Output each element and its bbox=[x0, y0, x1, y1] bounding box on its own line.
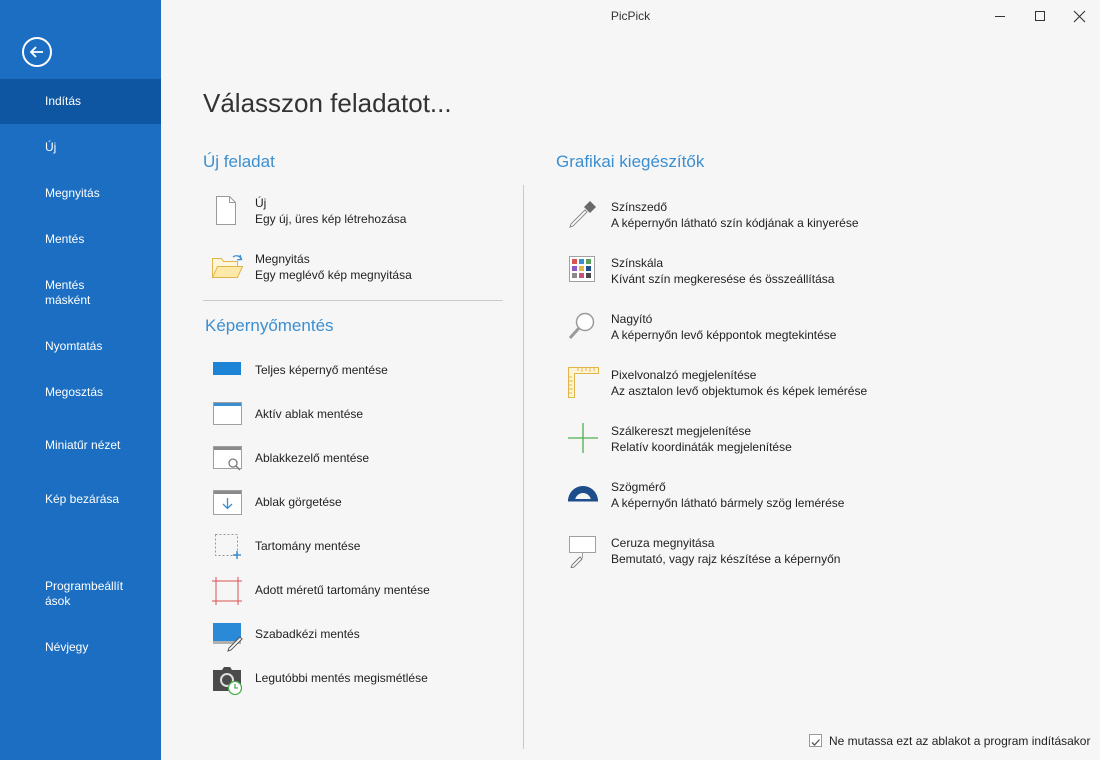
sidebar-item-save-as[interactable]: Mentés másként bbox=[0, 278, 120, 308]
tool-whiteboard-label: Ceruza megnyitása bbox=[611, 536, 715, 550]
capture-scrolling-window[interactable]: Ablak görgetése bbox=[211, 488, 501, 516]
tool-pixel-ruler[interactable]: Pixelvonalzó megjelenítése Az asztalon l… bbox=[567, 366, 1067, 402]
tool-protractor-label: Szögmérő bbox=[611, 480, 666, 494]
window-title: PicPick bbox=[610, 9, 651, 23]
tool-magnifier[interactable]: Nagyító A képernyőn levő képpontok megte… bbox=[567, 310, 1067, 346]
sidebar-item-settings[interactable]: Programbeállítások bbox=[0, 579, 125, 609]
open-folder-icon bbox=[211, 254, 244, 278]
capture-full-screen-label: Teljes képernyő mentése bbox=[255, 363, 388, 377]
crosshair-icon bbox=[568, 423, 598, 453]
new-task-heading: Új feladat bbox=[203, 152, 275, 171]
maximize-button[interactable] bbox=[1020, 0, 1060, 32]
color-palette-icon bbox=[569, 256, 595, 282]
tool-color-palette-desc: Kívánt szín megkeresése és összeállítása bbox=[611, 272, 835, 286]
tool-pixel-ruler-desc: Az asztalon levő objektumok és képek lem… bbox=[611, 384, 868, 398]
dont-show-label[interactable]: Ne mutassa ezt az ablakot a program indí… bbox=[829, 734, 1090, 748]
tool-crosshair-label: Szálkereszt megjelenítése bbox=[611, 424, 752, 438]
repeat-capture-icon bbox=[213, 667, 243, 696]
open-image-desc: Egy meglévő kép megnyitása bbox=[255, 268, 412, 282]
back-arrow-icon[interactable] bbox=[22, 37, 52, 67]
capture-region[interactable]: Tartomány mentése bbox=[211, 532, 501, 560]
column-divider bbox=[523, 185, 524, 749]
sidebar-item-about[interactable]: Névjegy bbox=[0, 640, 161, 655]
capture-heading: Képernyőmentés bbox=[205, 316, 334, 335]
sidebar-item-start[interactable]: Indítás bbox=[0, 79, 161, 124]
capture-freehand-label: Szabadkézi mentés bbox=[255, 627, 360, 641]
magnifier-icon bbox=[568, 312, 595, 340]
freehand-icon bbox=[213, 623, 243, 652]
page-title: Válasszon feladatot... bbox=[203, 88, 452, 118]
scrolling-window-icon bbox=[213, 490, 242, 515]
color-picker-icon bbox=[569, 201, 596, 228]
tool-magnifier-label: Nagyító bbox=[611, 312, 653, 326]
tool-whiteboard-desc: Bemutató, vagy rajz készítése a képernyő… bbox=[611, 552, 841, 566]
close-button[interactable] bbox=[1060, 0, 1100, 32]
title-bar: PicPick bbox=[161, 0, 1100, 32]
capture-active-window-label: Aktív ablak mentése bbox=[255, 407, 364, 421]
capture-freehand[interactable]: Szabadkézi mentés bbox=[211, 620, 501, 652]
blank-page-icon bbox=[216, 196, 236, 225]
tool-color-palette[interactable]: Színskála Kívánt szín megkeresése és öss… bbox=[567, 254, 1067, 290]
whiteboard-icon bbox=[569, 536, 596, 568]
sidebar-item-close-image[interactable]: Kép bezárása bbox=[0, 492, 161, 507]
tool-magnifier-desc: A képernyőn levő képpontok megtekintése bbox=[611, 328, 837, 342]
minimize-icon bbox=[995, 16, 1005, 17]
sidebar-item-share[interactable]: Megosztás bbox=[0, 385, 161, 400]
pixel-ruler-icon bbox=[568, 367, 599, 398]
capture-scrolling-window-label: Ablak görgetése bbox=[255, 495, 342, 509]
active-window-icon bbox=[213, 402, 242, 425]
sidebar: Indítás Új Megnyitás Mentés Mentés máské… bbox=[0, 0, 161, 760]
sidebar-item-new[interactable]: Új bbox=[0, 140, 161, 155]
sidebar-item-print[interactable]: Nyomtatás bbox=[0, 339, 161, 354]
tool-color-palette-label: Színskála bbox=[611, 256, 664, 270]
new-image-label: Új bbox=[255, 196, 267, 210]
tool-color-picker[interactable]: Színszedő A képernyőn látható szín kódjá… bbox=[567, 198, 1067, 234]
new-image-desc: Egy új, üres kép létrehozása bbox=[255, 212, 407, 226]
graphic-heading: Grafikai kiegészítők bbox=[556, 152, 705, 171]
window-control-icon bbox=[213, 446, 242, 471]
tool-protractor[interactable]: Szögmérő A képernyőn látható bármely szö… bbox=[567, 478, 1067, 514]
capture-window-control[interactable]: Ablakkezelő mentése bbox=[211, 444, 501, 472]
region-icon bbox=[215, 534, 241, 559]
dont-show-checkbox[interactable] bbox=[809, 734, 822, 747]
tool-crosshair-desc: Relatív koordináták megjelenítése bbox=[611, 440, 792, 454]
tool-whiteboard[interactable]: Ceruza megnyitása Bemutató, vagy rajz ké… bbox=[567, 534, 1067, 570]
tool-crosshair[interactable]: Szálkereszt megjelenítése Relatív koordi… bbox=[567, 422, 1067, 458]
section-divider bbox=[203, 300, 503, 301]
checkmark-icon bbox=[811, 739, 820, 746]
capture-full-screen[interactable]: Teljes képernyő mentése bbox=[211, 356, 501, 384]
capture-repeat-last[interactable]: Legutóbbi mentés megismétlése bbox=[211, 664, 501, 696]
protractor-icon bbox=[568, 486, 598, 502]
tool-color-picker-desc: A képernyőn látható szín kódjának a kiny… bbox=[611, 216, 859, 230]
maximize-icon bbox=[1035, 11, 1045, 21]
tool-color-picker-label: Színszedő bbox=[611, 200, 668, 214]
capture-fixed-region-label: Adott méretű tartomány mentése bbox=[255, 583, 430, 597]
sidebar-item-save[interactable]: Mentés bbox=[0, 232, 161, 247]
capture-repeat-last-label: Legutóbbi mentés megismétlése bbox=[255, 671, 428, 685]
fixed-region-icon bbox=[212, 577, 242, 605]
full-screen-icon bbox=[213, 362, 241, 375]
sidebar-item-open[interactable]: Megnyitás bbox=[0, 186, 161, 201]
capture-active-window[interactable]: Aktív ablak mentése bbox=[211, 400, 501, 428]
tool-protractor-desc: A képernyőn látható bármely szög lemérés… bbox=[611, 496, 845, 510]
sidebar-item-thumbnail[interactable]: Miniatűr nézet bbox=[0, 438, 161, 453]
open-image-item[interactable]: Megnyitás Egy meglévő kép megnyitása bbox=[211, 250, 501, 290]
minimize-button[interactable] bbox=[980, 0, 1020, 32]
new-image-item[interactable]: Új Egy új, üres kép létrehozása bbox=[211, 194, 501, 234]
capture-fixed-region[interactable]: Adott méretű tartomány mentése bbox=[211, 576, 501, 605]
capture-window-control-label: Ablakkezelő mentése bbox=[255, 451, 370, 465]
open-image-label: Megnyitás bbox=[255, 252, 310, 266]
capture-region-label: Tartomány mentése bbox=[255, 539, 361, 553]
close-icon bbox=[1073, 10, 1086, 23]
tool-pixel-ruler-label: Pixelvonalzó megjelenítése bbox=[611, 368, 757, 382]
